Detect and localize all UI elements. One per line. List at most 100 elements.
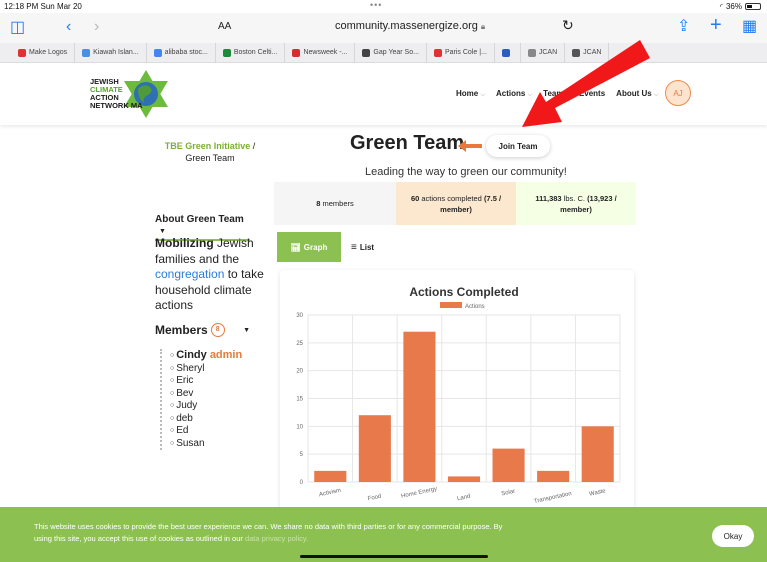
breadcrumb-separator: / [252, 141, 256, 151]
status-time: 12:18 PM Sun Mar 20 [4, 2, 82, 11]
view-tabs: 📊︎ Graph ≡ List [277, 232, 374, 262]
bookmark-favicon-icon [82, 48, 91, 57]
privacy-policy-link[interactable]: data privacy policy. [245, 534, 308, 543]
bookmark-item[interactable]: Boston Celti... [216, 42, 286, 63]
status-bar: 12:18 PM Sun Mar 20 ••• ◜ 36% [0, 0, 767, 13]
bookmark-label: Paris Cole |... [444, 49, 487, 56]
bookmark-label: Kiawah Islan... [93, 49, 139, 56]
stat-carbon: 111,383 lbs. C. (13,923 / member) [516, 182, 636, 225]
cookie-okay-button[interactable]: Okay [712, 525, 754, 547]
member-name: Susan [176, 437, 205, 449]
member-name: Cindy [176, 349, 207, 361]
browser-toolbar: ◫ ‹ › AA community.massenergize.org 🔒︎ ↻… [0, 13, 767, 43]
bar [314, 470, 347, 482]
breadcrumb: TBE Green Initiative / Green Team [150, 140, 270, 164]
y-tick-label: 20 [296, 369, 303, 375]
caret-down-icon: ▼ [159, 228, 166, 235]
bookmark-label: Boston Celti... [233, 49, 278, 56]
bookmark-favicon-icon [433, 48, 442, 57]
list-icon: ≡ [351, 241, 357, 253]
bookmark-favicon-icon [292, 48, 301, 57]
join-team-button[interactable]: Join Team [486, 135, 550, 157]
about-team-text: Mobilizing Jewish families and the congr… [155, 236, 265, 314]
page-title: Green Team [350, 132, 465, 154]
multitask-dots[interactable]: ••• [370, 0, 382, 10]
member-item[interactable]: Susan [170, 438, 242, 451]
bar [358, 415, 391, 482]
cookie-banner: This website uses cookies to provide the… [0, 507, 767, 562]
new-tab-icon[interactable]: + [710, 15, 722, 35]
members-list: Cindy adminSherylEricBevJudydebEdSusan [160, 349, 242, 450]
bookmark-item[interactable]: Kiawah Islan... [75, 42, 147, 63]
member-item[interactable]: Judy [170, 400, 242, 413]
member-role-badge: admin [209, 349, 243, 361]
member-name: Eric [176, 375, 194, 386]
bar [581, 426, 614, 482]
stat-members: 8 members [274, 182, 396, 225]
legend-swatch [440, 302, 462, 308]
chevron-down-icon: ⌵ [653, 92, 659, 98]
bookmark-label: Gap Year So... [373, 49, 419, 56]
bookmark-item[interactable]: Gap Year So... [355, 42, 427, 63]
member-name: Bev [176, 387, 194, 399]
member-item[interactable]: Sheryl [170, 363, 242, 376]
bookmark-label: Make Logos [29, 49, 68, 56]
tabs-overview-icon[interactable]: ▦ [742, 17, 757, 37]
about-link[interactable]: congregation [155, 267, 224, 281]
member-name: Sheryl [176, 362, 205, 374]
bar [403, 331, 436, 482]
share-icon[interactable]: ⇪ [677, 17, 690, 37]
bookmark-favicon-icon [222, 48, 231, 57]
member-item[interactable]: Cindy admin [170, 349, 242, 363]
team-stats: 8 members 60 actions completed (7.5 / me… [274, 182, 636, 225]
forward-icon[interactable]: › [94, 17, 99, 37]
members-toggle[interactable]: Members 8 ▼ [155, 323, 250, 337]
x-tick-label: Food [367, 494, 382, 503]
members-label: Members [155, 323, 208, 337]
bookmark-item[interactable]: Newsweek -... [285, 42, 356, 63]
y-tick-label: 0 [300, 480, 304, 486]
wifi-icon: ◜ [719, 2, 723, 11]
member-name: Judy [176, 400, 198, 411]
member-item[interactable]: Ed [170, 425, 242, 438]
bookmark-label: alibaba stoc... [164, 49, 208, 56]
tab-list-label: List [359, 242, 375, 252]
y-tick-label: 10 [296, 424, 303, 430]
battery-percent: 36% [725, 2, 742, 11]
y-tick-label: 30 [296, 313, 303, 319]
back-icon[interactable]: ‹ [66, 17, 71, 37]
x-tick-label: Transportation [533, 491, 572, 505]
bookmark-item[interactable]: alibaba stoc... [147, 42, 216, 63]
battery-icon [745, 3, 761, 10]
user-avatar[interactable]: AJ [665, 80, 691, 106]
nav-home[interactable]: Home ⌵ [456, 89, 485, 99]
x-tick-label: Waste [589, 488, 607, 497]
member-name: Ed [176, 425, 189, 436]
stat-actions: 60 actions completed (7.5 / member) [396, 182, 516, 225]
logo-text: JEWISH CLIMATE ACTION NETWORK MA [90, 77, 143, 110]
cookie-text: This website uses cookies to provide the… [34, 522, 503, 543]
x-tick-label: Land [457, 494, 471, 503]
bookmark-favicon-icon [362, 48, 371, 57]
address-bar[interactable]: community.massenergize.org 🔒︎ [335, 20, 485, 32]
bookmark-item[interactable]: Make Logos [0, 42, 76, 63]
breadcrumb-parent-link[interactable]: TBE Green Initiative [165, 141, 251, 151]
x-tick-label: Activism [319, 488, 342, 499]
x-tick-label: Solar [501, 489, 516, 498]
member-item[interactable]: Bev [170, 388, 242, 401]
bookmark-label: Newsweek -... [303, 49, 348, 56]
tab-graph-label: Graph [303, 242, 328, 252]
legend-label: Actions [465, 304, 485, 310]
members-count-badge: 8 [210, 323, 225, 337]
tab-graph[interactable]: 📊︎ Graph [277, 232, 341, 262]
status-right: ◜ 36% [720, 2, 761, 11]
home-indicator[interactable] [300, 555, 488, 558]
member-item[interactable]: deb [170, 413, 242, 426]
member-item[interactable]: Eric [170, 375, 242, 388]
bookmark-item[interactable]: Paris Cole |... [427, 42, 495, 63]
tab-list[interactable]: ≡ List [351, 242, 374, 253]
text-size-button[interactable]: AA [218, 21, 231, 32]
sidebar-toggle-icon[interactable]: ◫ [10, 18, 25, 38]
site-logo[interactable]: JEWISH CLIMATE ACTION NETWORK MA [88, 69, 178, 119]
lock-icon: 🔒︎ [480, 22, 486, 31]
